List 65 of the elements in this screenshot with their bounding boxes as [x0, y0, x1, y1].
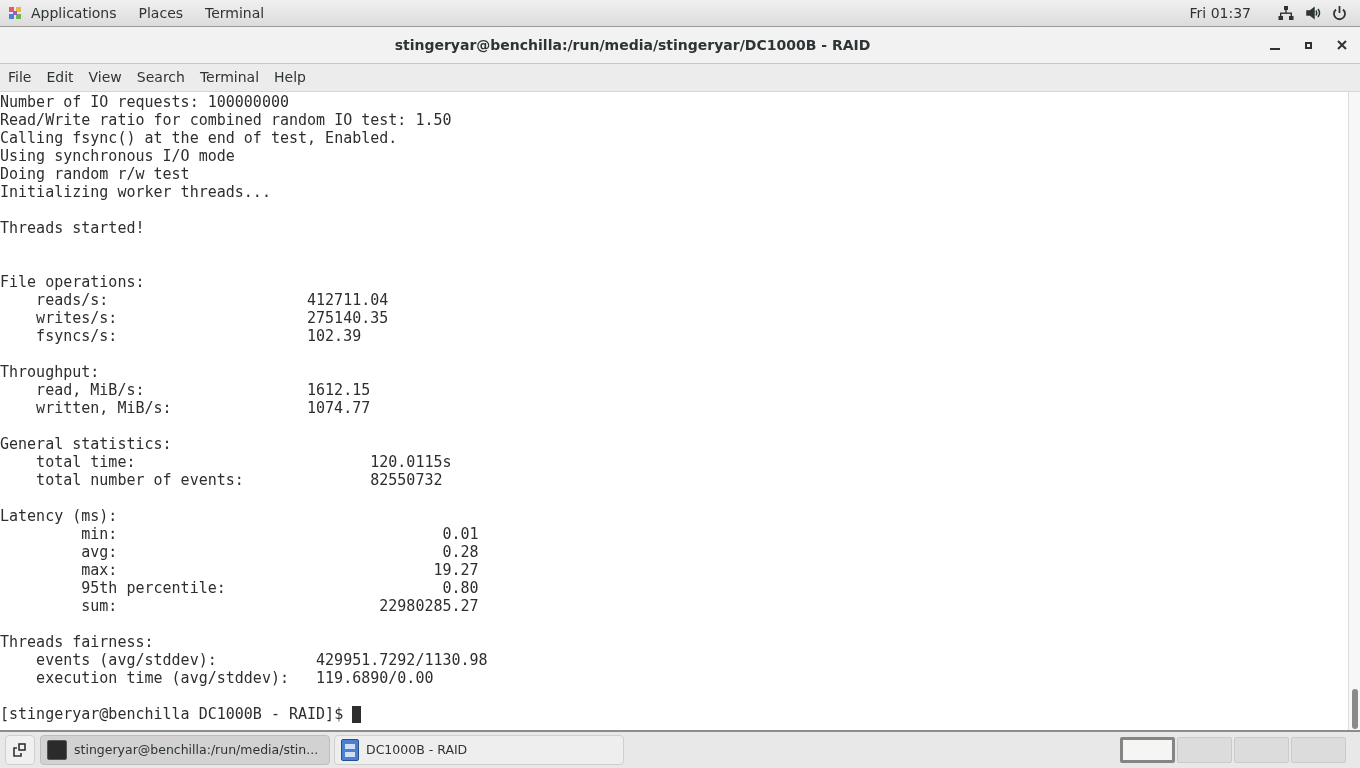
clock[interactable]: Fri 01:37 [1189, 2, 1251, 24]
workspace-button[interactable] [1120, 737, 1175, 763]
stat-label: sum: [81, 597, 118, 615]
stat-label: writes/s: [36, 309, 118, 327]
stat-label: 95th percentile: [81, 579, 226, 597]
terminal-line: Calling fsync() at the end of test, Enabled. [0, 129, 398, 147]
volume-icon[interactable] [1306, 5, 1322, 21]
text-cursor [352, 705, 362, 723]
window-title: stingeryar@benchilla:/run/media/stingeryar/DC1000B - RAID [394, 35, 871, 55]
stat-label: total number of events: [36, 471, 244, 489]
network-icon[interactable] [1278, 5, 1294, 21]
terminal-line: Using synchronous I/O mode [0, 147, 235, 165]
stat-value: 22980285.27 [379, 597, 479, 615]
stat-label: execution time (avg/stddev): [36, 669, 289, 687]
stat-value: 0.28 [442, 543, 479, 561]
stat-value: 0.80 [442, 579, 479, 597]
terminal-line: Doing random r/w test [0, 165, 190, 183]
terminal-line: Read/Write ratio for combined random IO test: 1.50 [0, 111, 452, 129]
section-heading: File operations: [0, 273, 145, 291]
windows-icon [13, 743, 27, 757]
stat-label: read, MiB/s: [36, 381, 145, 399]
menu-item[interactable]: File [1, 67, 39, 88]
shell-prompt: [stingeryar@benchilla DC1000B - RAID]$ [0, 705, 345, 723]
top-menu-item[interactable]: Applications [31, 2, 117, 24]
stat-label: avg: [81, 543, 118, 561]
stat-label: written, MiB/s: [36, 399, 172, 417]
menu-item[interactable]: Help [267, 67, 313, 88]
stat-value: 19.27 [433, 561, 479, 579]
stat-value: 429951.7292/1130.98 [316, 651, 488, 669]
taskbar-window-button[interactable]: stingeryar@benchilla:/run/media/stin... [40, 735, 330, 765]
stat-label: total time: [36, 453, 136, 471]
top-menu-item[interactable]: Places [138, 2, 184, 24]
taskbar-window-button[interactable]: DC1000B - RAID [334, 735, 624, 765]
stat-label: max: [81, 561, 118, 579]
stat-value: 120.0115s [370, 453, 452, 471]
stat-value: 119.6890/0.00 [316, 669, 434, 687]
stat-value: 82550732 [370, 471, 443, 489]
stat-value: 1074.77 [307, 399, 371, 417]
stat-value: 412711.04 [307, 291, 389, 309]
section-heading: Latency (ms): [0, 507, 118, 525]
section-heading: Threads fairness: [0, 633, 154, 651]
stat-value: 275140.35 [307, 309, 389, 327]
file-cabinet-icon [341, 739, 359, 761]
terminal-line: Threads started! [0, 219, 145, 237]
stat-label: events (avg/stddev): [36, 651, 217, 669]
stat-label: min: [81, 525, 118, 543]
stat-value: 102.39 [307, 327, 362, 345]
show-desktop-button[interactable] [5, 735, 35, 765]
menu-item[interactable]: View [81, 67, 129, 88]
app-menu-icon [8, 6, 22, 20]
stat-label: fsyncs/s: [36, 327, 118, 345]
terminal-icon [47, 740, 67, 760]
power-icon[interactable] [1332, 5, 1347, 21]
stat-value: 1612.15 [307, 381, 371, 399]
section-heading: Throughput: [0, 363, 100, 381]
top-menu-item[interactable]: Terminal [205, 2, 265, 24]
menu-item[interactable]: Terminal [192, 67, 267, 88]
stat-value: 0.01 [442, 525, 479, 543]
terminal-line: Initializing worker threads... [0, 183, 271, 201]
stat-label: reads/s: [36, 291, 109, 309]
menu-item[interactable]: Edit [39, 67, 81, 88]
terminal-line: Number of IO requests: 100000000 [0, 93, 289, 111]
close-icon [1337, 40, 1347, 50]
menu-item[interactable]: Search [129, 67, 192, 88]
section-heading: General statistics: [0, 435, 172, 453]
